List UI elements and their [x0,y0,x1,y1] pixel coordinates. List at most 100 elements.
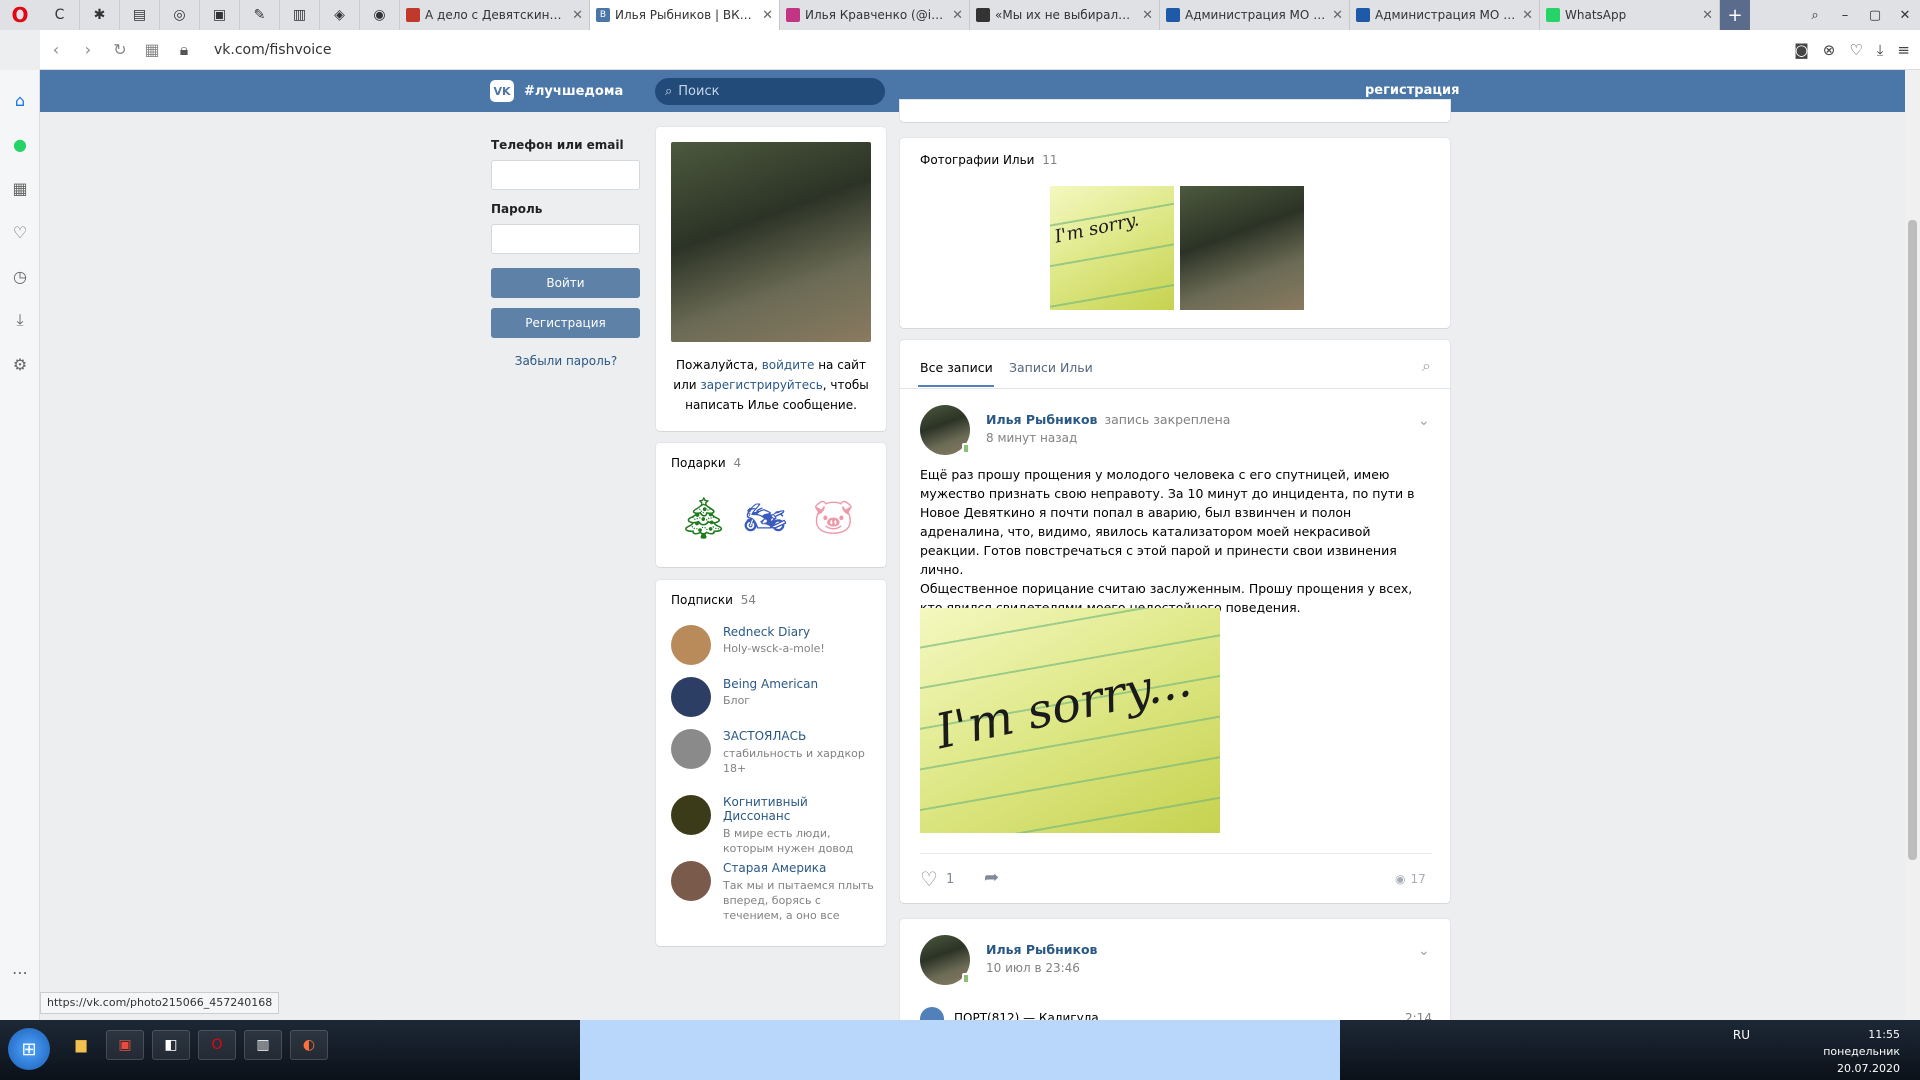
forward-icon[interactable]: › [72,40,104,59]
post-menu-chevron-icon[interactable]: ⌄ [1418,943,1430,959]
pinned-tab-1[interactable]: C [40,0,80,30]
taskbar-opera-icon[interactable]: O [198,1030,236,1060]
gift-christmas-tree-icon[interactable]: 🎄︎ [676,483,731,553]
camera-icon[interactable]: ◙ [1794,41,1809,59]
close-tab-icon[interactable]: ✕ [1522,8,1533,23]
url-field[interactable]: vk.com/fishvoice [214,42,332,58]
taskbar-firefox-icon[interactable]: ◐ [290,1030,328,1060]
phone-input[interactable] [491,160,640,190]
pinned-tab-3[interactable]: ▤ [120,0,160,30]
history-clock-icon[interactable]: ◷ [0,254,40,298]
tab-3[interactable]: «Мы их не выбирали!» ✕ [970,0,1160,30]
register-inline-link[interactable]: зарегистрируйтесь [700,378,822,392]
gifts-title[interactable]: Подарки [671,456,726,470]
taskbar-folder-icon[interactable]: ▆ [62,1030,100,1060]
post-time[interactable]: 10 июл в 23:46 [986,961,1080,975]
speed-dial-icon[interactable]: ▦ [136,40,168,59]
page-scrollbar[interactable] [1905,70,1920,1020]
post-image[interactable]: I'm sorry... [920,608,1220,833]
tab-5[interactable]: Администрация МО «То ✕ [1350,0,1540,30]
back-icon[interactable]: ‹ [40,40,72,59]
close-tab-icon[interactable]: ✕ [1332,8,1343,23]
tab-own-posts[interactable]: Записи Ильи [1009,360,1093,375]
post-author-name[interactable]: Илья Рыбников [986,412,1097,427]
subscription-name[interactable]: Когнитивный Диссонанс [723,795,876,823]
profile-photo[interactable] [671,142,871,342]
tab-all-posts[interactable]: Все записи [920,360,993,375]
register-link[interactable]: регистрация [1365,83,1459,98]
forgot-password-link[interactable]: Забыли пароль? [491,354,641,368]
subscription-name[interactable]: Being American [723,677,876,691]
home-icon[interactable]: ⌂ [0,78,40,122]
menu-icon[interactable]: ≡ [1897,41,1910,59]
register-button[interactable]: Регистрация [491,308,640,338]
close-tab-icon[interactable]: ✕ [952,8,963,23]
wall-search-icon[interactable]: ⌕ [1422,356,1431,376]
photo-thumbnail-sorry[interactable]: I'm sorry. [1050,186,1174,310]
search-tabs-icon[interactable]: ⌕ [1800,0,1830,30]
close-window-icon[interactable]: ✕ [1890,0,1920,30]
subscription-item[interactable]: Redneck Diary Holy-wsck-a-mole! [671,625,876,665]
login-link[interactable]: войдите [762,358,815,372]
tab-6[interactable]: WhatsApp ✕ [1540,0,1720,30]
subscription-item[interactable]: Старая Америка Так мы и пытаемся плыть в… [671,861,876,923]
bookmarks-heart-icon[interactable]: ♡ [0,210,40,254]
audio-title[interactable]: ПОРТ(812) — Калигула [954,1011,1099,1020]
start-button-icon[interactable]: ⊞ [8,1028,50,1070]
language-indicator[interactable]: RU [1733,1028,1750,1042]
search-input[interactable]: ⌕ Поиск [655,78,885,105]
downloads-icon[interactable]: ⤓ [0,298,40,342]
pinned-tab-7[interactable]: ▥ [280,0,320,30]
post-author-name[interactable]: Илья Рыбников [986,942,1097,957]
photos-title[interactable]: Фотографии Ильи [920,153,1034,167]
pinned-tab-2[interactable]: ✱ [80,0,120,30]
opera-logo-icon[interactable]: O [0,0,40,30]
tab-2[interactable]: Илья Кравченко (@ilya_ ✕ [780,0,970,30]
settings-gear-icon[interactable]: ⚙ [0,342,40,386]
subscription-name[interactable]: Старая Америка [723,861,876,875]
pinned-tab-4[interactable]: ◎ [160,0,200,30]
download-icon[interactable]: ⤓ [1877,41,1884,59]
close-tab-icon[interactable]: ✕ [762,8,773,23]
post-time[interactable]: 8 минут назад [986,431,1077,445]
system-clock[interactable]: 11:55 понедельник 20.07.2020 [1823,1028,1900,1075]
subscription-item[interactable]: Being American Блог [671,677,876,717]
password-input[interactable] [491,224,640,254]
close-tab-icon[interactable]: ✕ [572,8,583,23]
close-tab-icon[interactable]: ✕ [1702,8,1713,23]
pinned-tab-9[interactable]: ◉ [360,0,400,30]
new-tab-button[interactable]: + [1720,0,1750,30]
reload-icon[interactable]: ↻ [104,40,136,59]
gift-motorcycle-icon[interactable]: 🏍︎ [738,483,793,553]
taskbar-app-icon[interactable]: ◧ [152,1030,190,1060]
tab-4[interactable]: Администрация МО «То ✕ [1160,0,1350,30]
taskbar-app-icon[interactable]: ▣ [106,1030,144,1060]
tab-0[interactable]: А дело с Девятскинским ✕ [400,0,590,30]
subscription-item[interactable]: Когнитивный Диссонанс В мире есть люди, … [671,795,876,856]
more-icon[interactable]: ⋯ [0,950,40,994]
pinned-tab-8[interactable]: ◈ [320,0,360,30]
minimize-icon[interactable]: – [1830,0,1860,30]
subscription-name[interactable]: ЗАСТОЯЛАСЬ [723,729,876,743]
pinned-tab-6[interactable]: ✎ [240,0,280,30]
adblock-icon[interactable]: ⊗ [1823,41,1836,59]
gift-piglet-icon[interactable]: 🐷︎ [806,483,861,553]
maximize-icon[interactable]: ▢ [1860,0,1890,30]
vk-logo[interactable]: VK #лучшедома [490,80,623,102]
audio-play-icon[interactable] [920,1007,944,1020]
share-icon[interactable]: ➦ [984,867,999,888]
like-button[interactable]: ♡ 1 [920,867,954,891]
subscription-item[interactable]: ЗАСТОЯЛАСЬ стабильность и хардкор 18+ [671,729,876,776]
post-menu-chevron-icon[interactable]: ⌄ [1418,413,1430,429]
pinned-tab-5[interactable]: ▣ [200,0,240,30]
whatsapp-icon[interactable]: ● [0,122,40,166]
subscriptions-title[interactable]: Подписки [671,593,733,607]
close-tab-icon[interactable]: ✕ [1142,8,1153,23]
taskbar-app-icon[interactable]: ▥ [244,1030,282,1060]
tab-1[interactable]: B Илья Рыбников | ВКонта ✕ [590,0,780,30]
speed-dial-icon[interactable]: ▦ [0,166,40,210]
subscription-name[interactable]: Redneck Diary [723,625,876,639]
heart-icon[interactable]: ♡ [1849,41,1862,59]
login-button[interactable]: Войти [491,268,640,298]
photo-thumbnail-pilot[interactable] [1180,186,1304,310]
